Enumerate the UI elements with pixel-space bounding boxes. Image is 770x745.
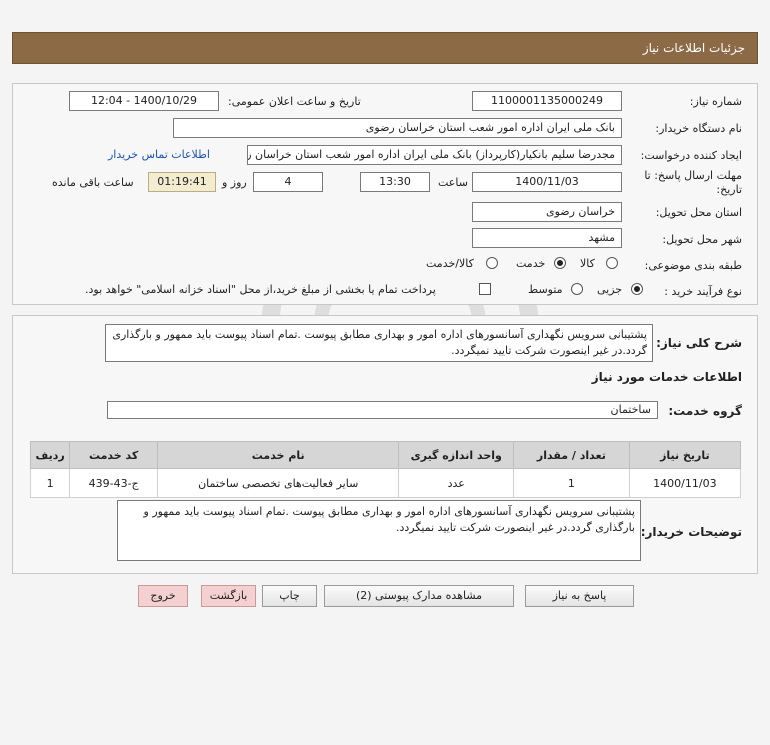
page-header: جزئیات اطلاعات نیاز [12,32,758,64]
service-group-label: گروه خدمت: [668,404,742,418]
cell-service-code: ج-43-439 [69,468,158,498]
category-label: طبقه بندی موضوعی: [644,259,742,272]
summary-label: شرح کلی نیاز: [656,336,742,350]
remaining-time-field: 01:19:41 [148,172,216,192]
back-button[interactable]: بازگشت [201,585,256,607]
creator-field: مجدرضا سلیم بانکیار(کارپرداز) بانک ملی ا… [247,145,622,165]
process-option-medium: متوسط [528,283,563,296]
need-number-label: شماره نیاز: [689,95,742,108]
services-section-title: اطلاعات خدمات مورد نیاز [591,370,742,384]
category-radio-service[interactable] [554,257,566,269]
col-service-name: نام خدمت [156,441,400,469]
col-unit: واحد اندازه گیری [398,441,515,469]
payment-note: پرداخت تمام یا بخشی از مبلغ خرید،از محل … [85,283,436,296]
need-number-field: 1100001135000249 [472,91,622,111]
deadline-time-label: ساعت [438,176,468,189]
remaining-label: ساعت باقی مانده [52,176,134,189]
creator-label: ایجاد کننده درخواست: [640,149,742,162]
deadline-label: مهلت ارسال پاسخ: تا تاریخ: [644,169,742,196]
process-radio-minor[interactable] [631,283,643,295]
process-option-minor: جزیی [597,283,623,296]
page-title: جزئیات اطلاعات نیاز [642,41,745,55]
category-option-service: خدمت [516,257,546,270]
announce-label: تاریخ و ساعت اعلان عمومی: [228,95,361,108]
cell-need-date: 1400/11/03 [628,468,742,498]
col-row-number: ردیف [29,441,71,469]
category-radio-goods-service[interactable] [486,257,498,269]
col-quantity: تعداد / مقدار [513,441,630,469]
buyer-label: نام دستگاه خریدار: [655,122,742,135]
city-field: مشهد [472,228,622,248]
province-label: استان محل تحویل: [655,206,742,219]
days-label: روز و [222,176,247,189]
reply-button[interactable]: پاسخ به نیاز [525,585,634,607]
buyer-field: بانک ملی ایران اداره امور شعب استان خراس… [173,118,622,138]
view-documents-button[interactable]: مشاهده مدارک پیوستی (2) [324,585,514,607]
cell-unit: عدد [398,468,515,498]
buyer-notes-label: توضیحات خریدار: [640,525,742,539]
service-group-field: ساختمان [107,401,658,419]
city-label: شهر محل تحویل: [662,233,742,246]
treasury-payment-checkbox[interactable] [479,283,491,295]
cell-service-name: سایر فعالیت‌های تخصصی ساختمان [156,468,400,498]
process-label: نوع فرآیند خرید : [664,285,742,298]
category-option-goods: کالا [580,257,595,270]
cell-quantity: 1 [513,468,630,498]
announce-field: 1400/10/29 - 12:04 [69,91,219,111]
exit-button[interactable]: خروج [138,585,188,607]
deadline-date-field: 1400/11/03 [472,172,622,192]
category-radio-goods[interactable] [606,257,618,269]
table-header-row: ردیف کد خدمت نام خدمت واحد اندازه گیری ت… [29,441,742,469]
col-service-code: کد خدمت [69,441,158,469]
category-option-goods-service: کالا/خدمت [426,257,474,270]
services-table: ردیف کد خدمت نام خدمت واحد اندازه گیری ت… [29,441,742,498]
process-radio-medium[interactable] [571,283,583,295]
province-field: خراسان رضوی [472,202,622,222]
summary-text: پشتیبانی سرویس نگهداری آسانسورهای اداره … [105,324,653,362]
col-need-date: تاریخ نیاز [628,441,742,469]
contact-info-link[interactable]: اطلاعات تماس خریدار [108,148,210,161]
buyer-notes-text: پشتیبانی سرویس نگهداری آسانسورهای اداره … [117,500,641,561]
days-field: 4 [253,172,323,192]
print-button[interactable]: چاپ [262,585,317,607]
cell-row-number: 1 [29,468,71,498]
deadline-time-field: 13:30 [360,172,430,192]
table-row: 1 ج-43-439 سایر فعالیت‌های تخصصی ساختمان… [29,468,742,498]
